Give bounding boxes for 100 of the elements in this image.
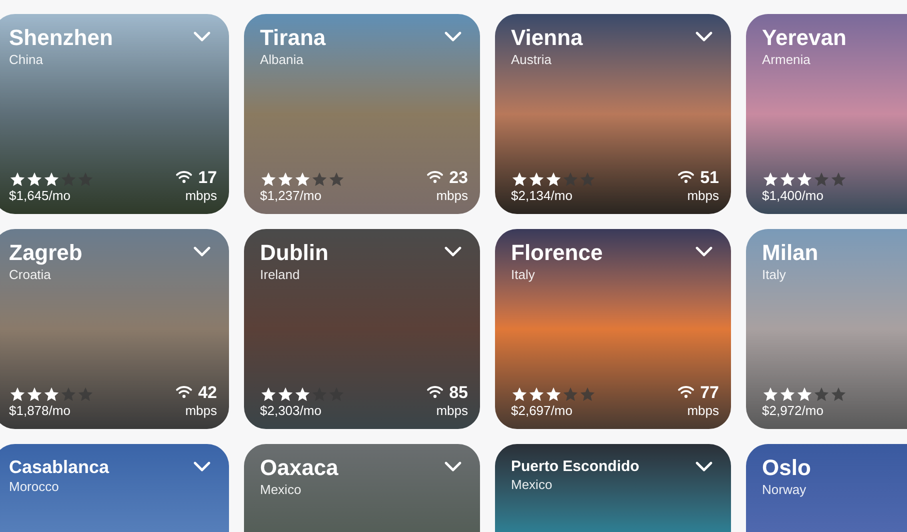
star-filled-icon	[545, 386, 562, 403]
chevron-down-icon[interactable]	[695, 31, 713, 43]
city-card[interactable]: Dublin Ireland $2,303/mo 85 mbps	[244, 229, 480, 429]
star-filled-icon	[277, 170, 294, 188]
city-card[interactable]: Casablanca Morocco	[0, 444, 229, 532]
star-filled-icon	[294, 170, 311, 188]
monthly-cost: $2,134/mo	[511, 188, 574, 204]
wifi-icon	[426, 385, 444, 400]
country-name: Ireland	[260, 266, 301, 283]
star-filled-icon	[528, 170, 545, 188]
country-name: Italy	[511, 266, 536, 283]
chevron-down-icon[interactable]	[444, 246, 462, 258]
star-filled-icon	[43, 386, 60, 403]
speed-unit: mbps	[436, 402, 468, 419]
internet-speed: 17	[198, 166, 217, 188]
star-filled-icon	[796, 170, 813, 188]
star-filled-icon	[294, 386, 311, 403]
internet-speed: 42	[198, 382, 217, 403]
city-name: Shenzhen	[9, 24, 113, 52]
city-card[interactable]: Oslo Norway	[746, 444, 907, 532]
city-card[interactable]: Milan Italy $2,972/mo	[746, 229, 907, 429]
star-filled-icon	[43, 170, 60, 188]
star-empty-icon	[311, 386, 328, 403]
wifi-icon	[677, 385, 696, 400]
country-name: Croatia	[9, 266, 52, 283]
speed-unit: mbps	[436, 188, 468, 204]
speed-unit: mbps	[185, 188, 217, 204]
star-empty-icon	[579, 170, 596, 188]
star-empty-icon	[830, 386, 847, 403]
star-filled-icon	[528, 386, 545, 403]
star-filled-icon	[9, 170, 26, 188]
star-empty-icon	[562, 170, 579, 188]
wifi-icon	[426, 170, 444, 184]
chevron-down-icon[interactable]	[695, 246, 713, 258]
country-name: Mexico	[260, 482, 302, 498]
star-filled-icon	[260, 170, 277, 188]
city-card[interactable]: Puerto Escondido Mexico	[495, 444, 731, 532]
city-card[interactable]: Florence Italy $2,697/mo 77 mbps	[495, 229, 731, 429]
city-card[interactable]: Yerevan Armenia $1,400/mo	[746, 14, 907, 214]
star-empty-icon	[60, 386, 77, 403]
monthly-cost: $1,645/mo	[9, 188, 72, 204]
country-name: Mexico	[511, 476, 554, 493]
monthly-cost: $2,972/mo	[762, 402, 824, 419]
wifi-icon	[677, 170, 696, 184]
city-name: Dublin	[260, 239, 328, 266]
star-filled-icon	[545, 170, 562, 188]
star-filled-icon	[779, 170, 796, 188]
monthly-cost: $2,697/mo	[511, 402, 574, 419]
star-filled-icon	[277, 386, 294, 403]
wifi-icon	[175, 385, 194, 400]
speed-unit: mbps	[687, 188, 719, 204]
star-filled-icon	[26, 170, 43, 188]
star-filled-icon	[511, 386, 528, 403]
monthly-cost: $2,303/mo	[260, 402, 322, 419]
country-name: Morocco	[9, 478, 60, 495]
star-filled-icon	[796, 386, 813, 403]
internet-speed: 51	[700, 166, 719, 188]
star-empty-icon	[813, 386, 830, 403]
star-empty-icon	[311, 170, 328, 188]
country-name: Austria	[511, 52, 552, 68]
internet-speed: 85	[449, 382, 468, 403]
chevron-down-icon[interactable]	[193, 461, 211, 473]
country-name: Norway	[762, 482, 808, 498]
city-card[interactable]: Oaxaca Mexico	[244, 444, 480, 532]
country-name: Italy	[762, 266, 787, 283]
star-empty-icon	[562, 386, 579, 403]
monthly-cost: $1,400/mo	[762, 188, 824, 204]
star-empty-icon	[328, 170, 345, 188]
city-name: Vienna	[511, 24, 583, 52]
speed-unit: mbps	[687, 402, 719, 419]
city-name: Milan	[762, 239, 818, 266]
wifi-icon	[175, 170, 194, 184]
chevron-down-icon[interactable]	[695, 461, 713, 473]
star-filled-icon	[762, 386, 779, 403]
city-name: Puerto Escondido	[511, 458, 640, 477]
star-empty-icon	[60, 170, 77, 188]
star-filled-icon	[260, 386, 277, 403]
country-name: Armenia	[762, 52, 812, 68]
star-filled-icon	[779, 386, 796, 403]
star-empty-icon	[813, 170, 830, 188]
city-name: Yerevan	[762, 24, 846, 52]
star-empty-icon	[77, 386, 94, 403]
country-name: China	[9, 52, 44, 68]
speed-unit: mbps	[185, 402, 217, 419]
star-empty-icon	[579, 386, 596, 403]
chevron-down-icon[interactable]	[444, 461, 462, 473]
star-filled-icon	[762, 170, 779, 188]
city-card[interactable]: Zagreb Croatia $1,878/mo 42 mbps	[0, 229, 229, 429]
city-name: Tirana	[260, 24, 326, 52]
star-filled-icon	[9, 386, 26, 403]
star-empty-icon	[830, 170, 847, 188]
city-card[interactable]: Vienna Austria $2,134/mo 51 mbps	[495, 14, 731, 214]
star-filled-icon	[26, 386, 43, 403]
city-name: Florence	[511, 239, 603, 266]
city-card[interactable]: Tirana Albania $1,237/mo 23 mbps	[244, 14, 480, 214]
city-card[interactable]: Shenzhen China $1,645/mo 17 mbps	[0, 14, 229, 214]
monthly-cost: $1,237/mo	[260, 188, 322, 204]
country-name: Albania	[260, 52, 304, 68]
city-name: Oslo	[762, 454, 811, 482]
city-name: Zagreb	[9, 239, 82, 266]
